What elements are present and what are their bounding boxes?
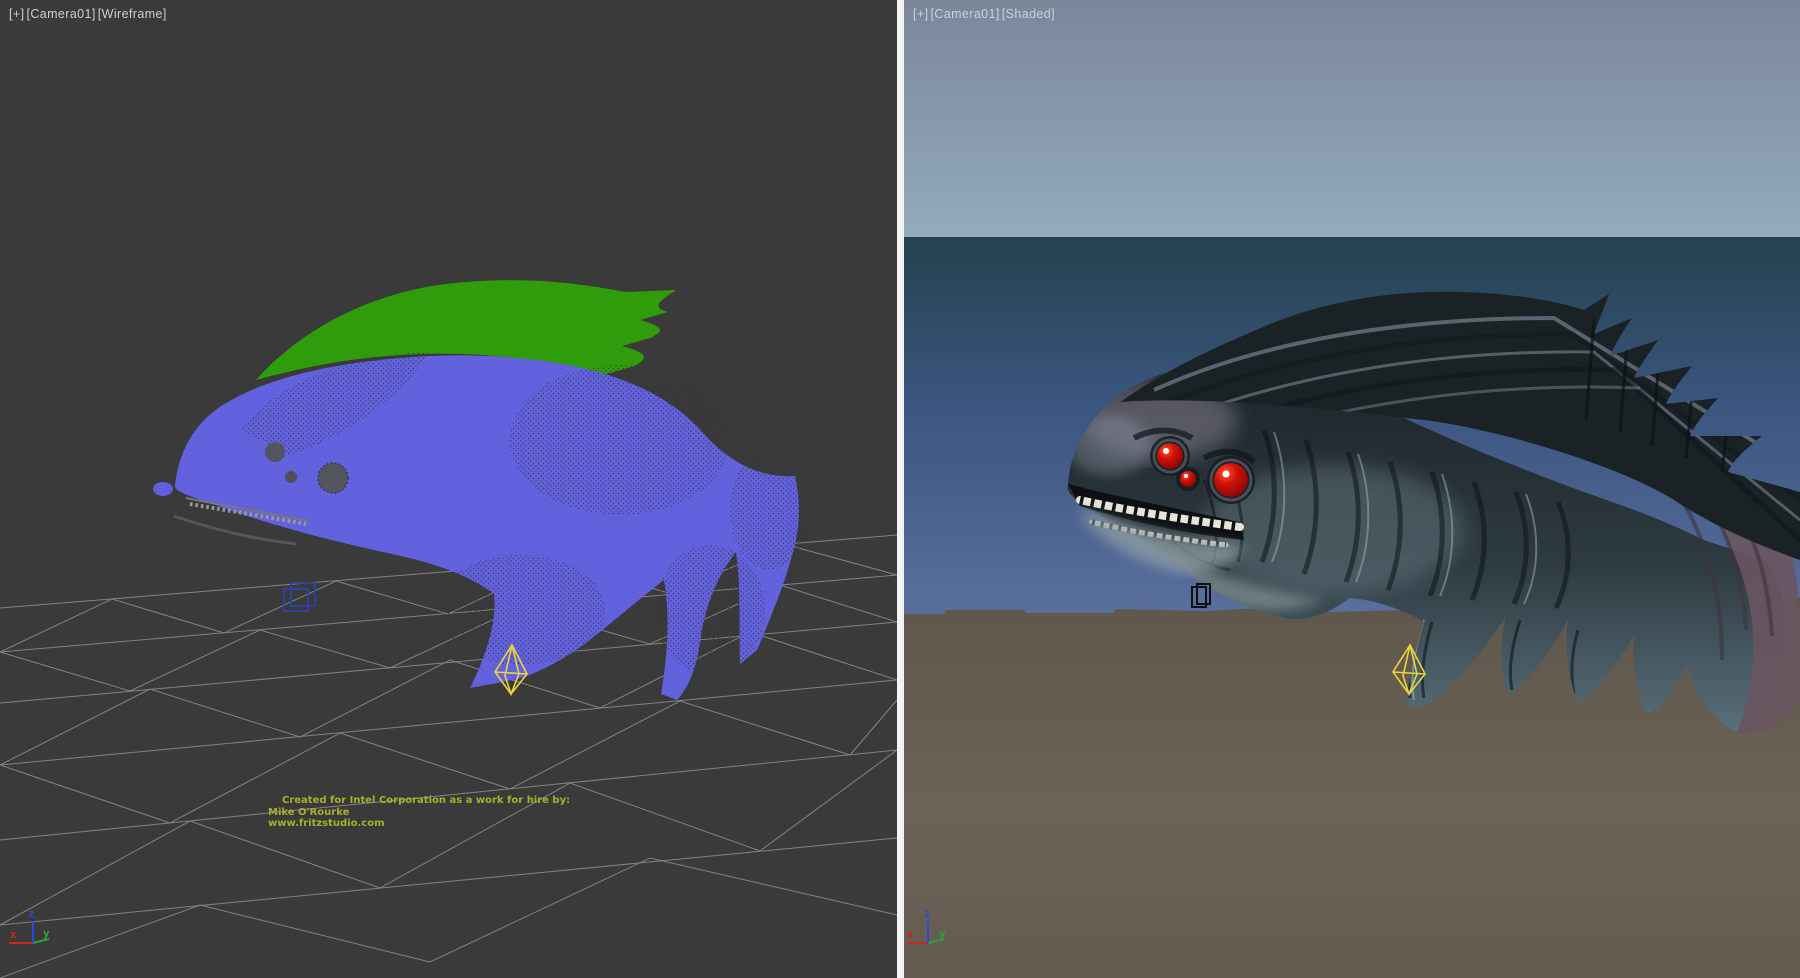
viewport-label-right: [+][Camera01][Shaded] (913, 7, 1057, 21)
axis-z-label: z (28, 907, 35, 920)
shading-label[interactable]: [Shaded] (1002, 7, 1055, 21)
viewport-wireframe[interactable]: x y z [+][Camera01][Wireframe] Created f… (0, 0, 897, 978)
annotation-line: www.fritzstudio.com (268, 818, 570, 830)
axis-y-label: y (939, 927, 946, 940)
shading-label[interactable]: [Wireframe] (98, 7, 167, 21)
annotation-line: Created for Intel Corporation as a work … (268, 795, 570, 807)
camera-label[interactable]: [Camera01] (26, 7, 95, 21)
viewport-shaded[interactable]: x y z [+][Camera01][Shaded] Created for … (904, 0, 1800, 978)
fish-model-wireframe[interactable] (153, 280, 810, 700)
axis-z-label: z (924, 907, 931, 920)
box-gizmo-wireframe[interactable] (284, 583, 315, 611)
axis-x-label: x (10, 928, 17, 941)
annotation-line: Mike O'Rourke (268, 807, 570, 819)
viewport-menu-button[interactable]: [+] (913, 7, 928, 21)
viewport-label-left: [+][Camera01][Wireframe] (9, 7, 169, 21)
sky (904, 0, 1800, 237)
axis-y-label: y (43, 927, 50, 940)
viewport-splitter[interactable] (897, 0, 904, 978)
axis-x-label: x (907, 928, 914, 941)
wireframe-scene: x y z (0, 0, 897, 978)
viewport-menu-button[interactable]: [+] (9, 7, 24, 21)
camera-label[interactable]: [Camera01] (930, 7, 999, 21)
viewport-area: x y z [+][Camera01][Wireframe] Created f… (0, 0, 1800, 978)
axis-tripod-left: x y z (9, 907, 50, 943)
shaded-scene: x y z (904, 0, 1800, 978)
scene-annotation-left: Created for Intel Corporation as a work … (268, 795, 570, 830)
